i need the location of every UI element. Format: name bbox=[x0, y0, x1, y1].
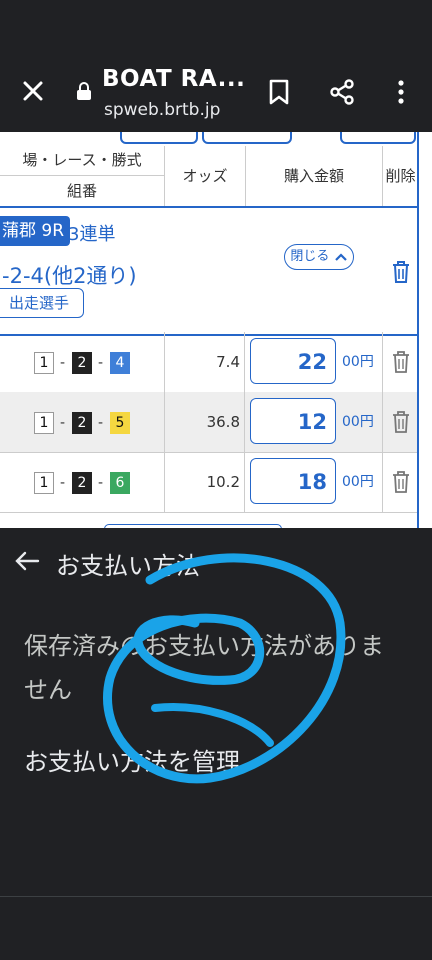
top-button-1[interactable] bbox=[120, 132, 198, 144]
dash: - bbox=[98, 355, 104, 371]
close-button[interactable]: 閉じる bbox=[284, 244, 354, 270]
table-row: 1 - 2 - 5 36.8 12 00円 bbox=[0, 392, 418, 453]
trash-icon[interactable] bbox=[390, 410, 412, 434]
trash-icon[interactable] bbox=[390, 260, 412, 284]
navigation-bar bbox=[0, 897, 432, 960]
amount-input[interactable]: 18 bbox=[250, 458, 336, 504]
boat-2: 2 bbox=[72, 472, 92, 494]
combination-cell: 1 - 2 - 6 bbox=[0, 452, 165, 512]
bet-type: 3連単 bbox=[68, 224, 116, 245]
amount-cell: 22 00円 bbox=[246, 332, 383, 392]
close-icon[interactable] bbox=[18, 76, 48, 106]
odds-cell: 10.2 bbox=[165, 452, 245, 512]
dash: - bbox=[60, 475, 66, 491]
no-payment-message: 保存済みのお支払い方法がありません bbox=[24, 632, 384, 704]
manage-payment-link[interactable]: お支払い方法を管理 bbox=[24, 742, 240, 777]
browser-toolbar: BOAT RA... spweb.brtb.jp bbox=[0, 50, 432, 132]
trash-icon[interactable] bbox=[390, 350, 412, 374]
amount-unit: 00円 bbox=[342, 474, 374, 490]
odds-cell: 36.8 bbox=[165, 392, 245, 452]
bet-combination: -2-4(他2通り) bbox=[2, 264, 137, 288]
amount-unit: 00円 bbox=[342, 414, 374, 430]
more-options-icon[interactable] bbox=[390, 78, 412, 106]
boat-2: 2 bbox=[72, 352, 92, 374]
share-icon[interactable] bbox=[328, 78, 356, 106]
venue-badge: 蒲郡 9R bbox=[0, 216, 71, 246]
amount-input[interactable]: 22 bbox=[250, 338, 336, 384]
chevron-up-icon bbox=[334, 252, 347, 261]
boat-1: 1 bbox=[34, 412, 54, 434]
table-row: 1 - 2 - 6 10.2 18 00円 bbox=[0, 452, 418, 513]
table-header: 場・レース・勝式 組番 オッズ 購入金額 削除 bbox=[0, 146, 418, 207]
back-arrow-icon[interactable] bbox=[14, 550, 40, 572]
top-button-3[interactable] bbox=[340, 132, 416, 144]
header-venue-race: 場・レース・勝式 bbox=[0, 146, 165, 176]
boat-1: 1 bbox=[34, 472, 54, 494]
dash: - bbox=[60, 355, 66, 371]
combination-cell: 1 - 2 - 5 bbox=[0, 392, 165, 452]
page-url[interactable]: spweb.brtb.jp bbox=[104, 100, 220, 120]
sheet-title: お支払い方法 bbox=[56, 552, 200, 580]
boat-1: 1 bbox=[34, 352, 54, 374]
dash: - bbox=[98, 475, 104, 491]
header-amount: 購入金額 bbox=[246, 146, 383, 206]
web-content: 場・レース・勝式 組番 オッズ 購入金額 削除 蒲郡 9R 3連単 -2-4(他… bbox=[0, 132, 432, 528]
runners-button[interactable]: 出走選手 bbox=[0, 288, 84, 318]
combination-cell: 1 - 2 - 4 bbox=[0, 332, 165, 392]
amount-unit: 00円 bbox=[342, 354, 374, 370]
header-delete: 削除 bbox=[385, 167, 416, 185]
bookmark-icon[interactable] bbox=[266, 78, 292, 106]
lock-icon bbox=[77, 82, 91, 100]
amount-cell: 12 00円 bbox=[246, 392, 383, 452]
payment-sheet: お支払い方法 保存済みのお支払い方法がありません お支払い方法を管理 bbox=[0, 528, 432, 896]
boat-2: 2 bbox=[72, 412, 92, 434]
dash: - bbox=[98, 415, 104, 431]
odds-cell: 7.4 bbox=[165, 332, 245, 392]
close-button-label: 閉じる bbox=[290, 249, 330, 264]
amount-input[interactable]: 12 bbox=[250, 398, 336, 444]
top-button-2[interactable] bbox=[202, 132, 292, 144]
boat-4: 4 bbox=[110, 352, 130, 374]
right-border bbox=[417, 132, 432, 528]
page-title: BOAT RA... bbox=[102, 66, 246, 92]
amount-cell: 18 00円 bbox=[246, 452, 383, 512]
status-bar bbox=[0, 0, 432, 50]
header-odds: オッズ bbox=[165, 146, 246, 206]
header-combination: 組番 bbox=[0, 176, 165, 206]
bet-summary: 蒲郡 9R 3連単 -2-4(他2通り) 出走選手 閉じる bbox=[0, 206, 420, 336]
dash: - bbox=[60, 415, 66, 431]
table-row: 1 - 2 - 4 7.4 22 00円 bbox=[0, 332, 418, 393]
boat-5: 5 bbox=[110, 412, 130, 434]
trash-icon[interactable] bbox=[390, 470, 412, 494]
boat-6: 6 bbox=[110, 472, 130, 494]
